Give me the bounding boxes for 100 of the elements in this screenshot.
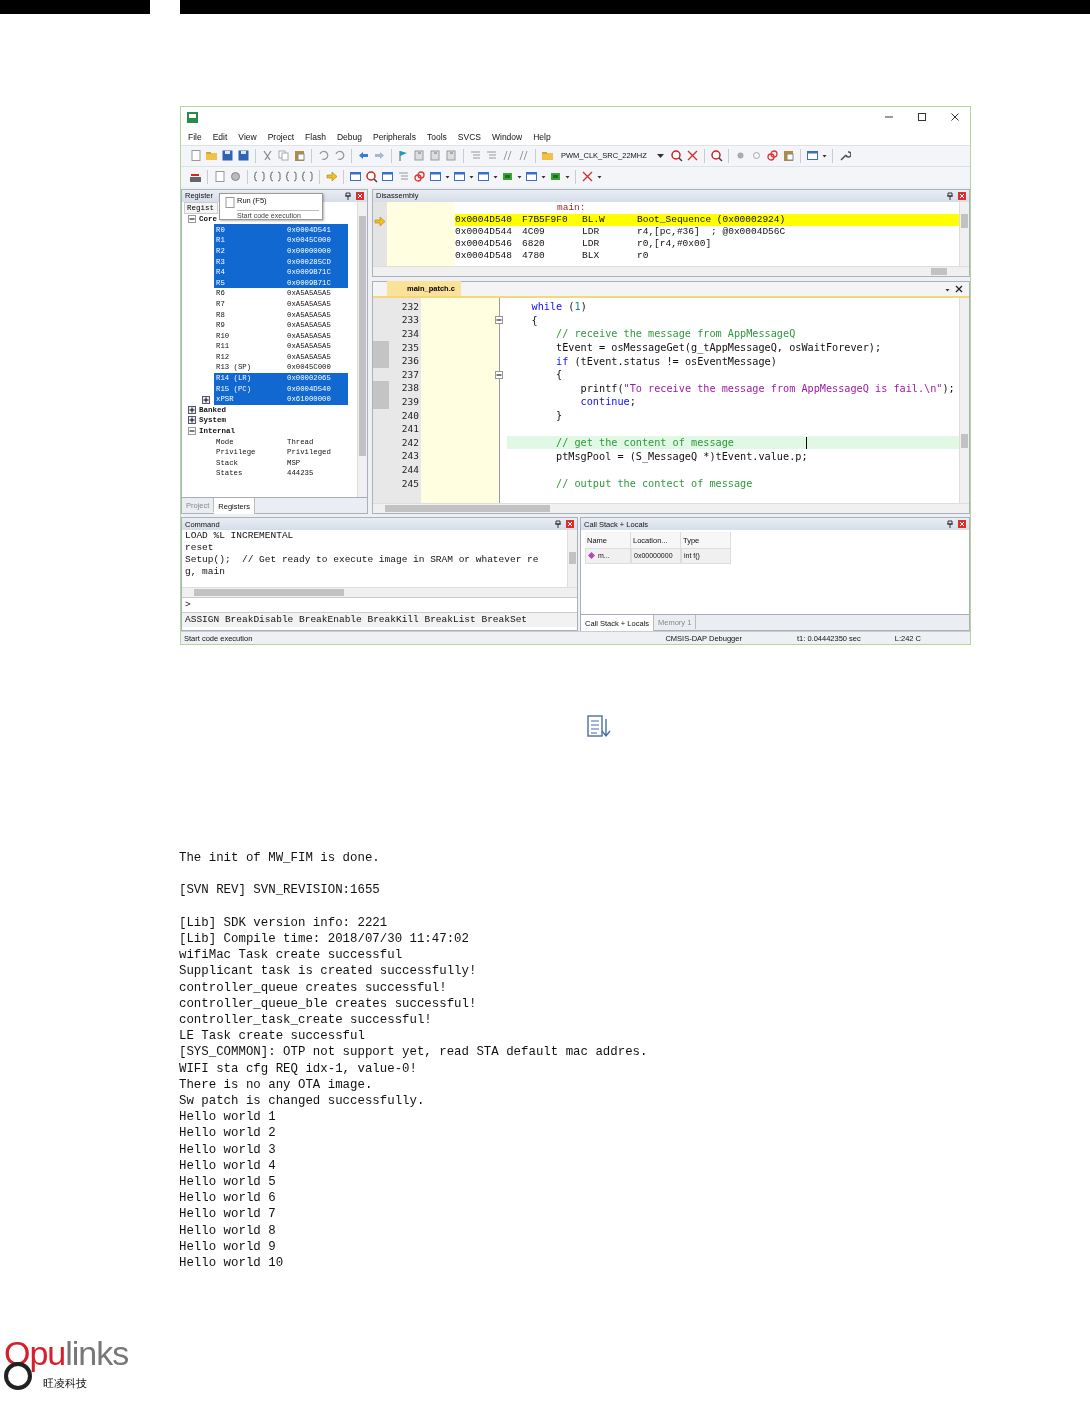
command-output: g, main bbox=[185, 566, 226, 579]
document-download-icon bbox=[586, 715, 612, 739]
menu-item[interactable]: Window bbox=[491, 131, 523, 142]
console-line: controller_queue creates successful! bbox=[179, 979, 448, 996]
console-line: Hello world 7 bbox=[179, 1206, 277, 1223]
code-line: } bbox=[555, 408, 564, 423]
collapse-icon[interactable] bbox=[495, 370, 503, 379]
menu-item[interactable]: View bbox=[238, 131, 257, 142]
save-icon[interactable] bbox=[221, 149, 234, 163]
pin-icon[interactable] bbox=[947, 520, 953, 529]
console-line: Hello world 5 bbox=[179, 1174, 277, 1191]
comment-icon[interactable] bbox=[501, 149, 514, 163]
menu-item[interactable]: Project bbox=[267, 131, 295, 142]
collapse-icon[interactable] bbox=[188, 215, 196, 224]
window-icon[interactable] bbox=[381, 170, 394, 184]
scrollbar[interactable] bbox=[373, 265, 969, 276]
text-cursor bbox=[806, 436, 807, 449]
window-icon[interactable] bbox=[805, 149, 819, 163]
window-icon[interactable] bbox=[525, 170, 538, 184]
console-line: Hello world 4 bbox=[179, 1157, 277, 1175]
line-number: 234 bbox=[400, 327, 420, 341]
redo-icon[interactable] bbox=[333, 149, 346, 163]
step-icon[interactable] bbox=[269, 170, 282, 184]
scrollbar[interactable] bbox=[959, 201, 969, 266]
line-number: 232 bbox=[400, 299, 420, 314]
window-icon[interactable] bbox=[349, 170, 362, 184]
console-line: Hello world 3 bbox=[179, 1141, 277, 1158]
console-line: Hello world 2 bbox=[179, 1125, 277, 1142]
command-output: LOAD %L INCREMENTAL bbox=[185, 530, 295, 543]
menu-item[interactable]: Peripherals bbox=[372, 131, 416, 142]
step-icon[interactable] bbox=[301, 170, 314, 184]
scrollbar[interactable] bbox=[182, 587, 577, 598]
console-line: WIFI sta cfg REQ idx-1, value-0! bbox=[179, 1060, 418, 1077]
menu-item[interactable]: Help bbox=[533, 131, 551, 142]
stop-icon[interactable] bbox=[229, 170, 242, 184]
mnemonic: LDR bbox=[582, 226, 601, 238]
expand-icon[interactable] bbox=[202, 395, 210, 404]
console-line: Hello world 10 bbox=[179, 1255, 285, 1272]
arrow-icon[interactable] bbox=[325, 170, 338, 184]
maximize-icon[interactable] bbox=[917, 112, 927, 122]
run-icon bbox=[223, 195, 236, 209]
code-line: tEvent = osMessageGet(g_tAppMessageQ, osWaitForever); bbox=[555, 340, 883, 355]
window-icon[interactable] bbox=[429, 170, 442, 184]
expand-icon[interactable] bbox=[188, 405, 196, 414]
close-icon[interactable] bbox=[950, 112, 960, 122]
save-all-icon[interactable] bbox=[237, 149, 250, 163]
breakpoint-icon[interactable] bbox=[781, 149, 795, 163]
code-line: { bbox=[530, 313, 539, 328]
step-icon[interactable] bbox=[285, 170, 298, 184]
debug-icon[interactable] bbox=[709, 149, 723, 163]
uncomment-icon[interactable] bbox=[517, 149, 530, 163]
command-output: reset bbox=[185, 542, 215, 555]
menu-item[interactable]: SVCS bbox=[457, 131, 481, 142]
new-file-icon[interactable] bbox=[189, 149, 202, 163]
logo-text: Opulinks bbox=[4, 1334, 129, 1372]
collapse-icon[interactable] bbox=[188, 427, 196, 436]
scrollbar[interactable] bbox=[373, 503, 969, 514]
opcode: 4780 bbox=[522, 250, 546, 262]
console-line: Hello world 1 bbox=[179, 1109, 277, 1126]
expand-icon[interactable] bbox=[188, 416, 196, 425]
run-icon[interactable] bbox=[213, 170, 226, 184]
pin-icon[interactable] bbox=[947, 191, 953, 200]
address: 0x0004D548 bbox=[455, 250, 513, 262]
line-number: 243 bbox=[400, 449, 420, 463]
console-line: [Lib] SDK version info: 2221 bbox=[179, 914, 389, 931]
breakpoint-margin bbox=[387, 201, 455, 266]
console-line: Supplicant task is created successfully! bbox=[179, 963, 478, 980]
menu-item[interactable]: Edit bbox=[212, 131, 228, 142]
console-line: Hello world 8 bbox=[179, 1222, 277, 1239]
paste-icon[interactable] bbox=[293, 149, 306, 163]
code-line: continue; bbox=[579, 395, 637, 409]
link-icon[interactable] bbox=[765, 149, 779, 163]
pin-icon[interactable] bbox=[345, 191, 351, 200]
close-icon[interactable] bbox=[955, 285, 963, 294]
menu-item[interactable]: Debug bbox=[336, 131, 362, 142]
link-icon[interactable] bbox=[413, 170, 426, 184]
address: 0x0004D540 bbox=[455, 214, 513, 226]
console-line: There is no any OTA image. bbox=[179, 1076, 374, 1093]
scrollbar[interactable] bbox=[567, 530, 577, 588]
menu-item[interactable]: Tools bbox=[426, 131, 447, 142]
menu-item[interactable]: Flash bbox=[305, 131, 326, 142]
menu-item[interactable]: File bbox=[188, 131, 202, 142]
magnifier-icon[interactable] bbox=[365, 170, 378, 184]
console-line: [SYS_COMMON]: OTP not support yet, read STA default mac addres. bbox=[179, 1044, 649, 1061]
window-icon[interactable] bbox=[477, 170, 490, 184]
console-line: wifiMac Task create successful bbox=[179, 947, 404, 964]
scrollbar[interactable] bbox=[357, 201, 367, 498]
undo-icon[interactable] bbox=[317, 149, 330, 163]
magnifier-icon[interactable] bbox=[669, 149, 683, 163]
line-number: 239 bbox=[400, 395, 420, 409]
pin-icon[interactable] bbox=[555, 520, 561, 529]
mnemonic: BL.W bbox=[582, 214, 606, 226]
line-number: 236 bbox=[400, 354, 420, 368]
cut-icon[interactable] bbox=[261, 149, 274, 163]
collapse-icon[interactable] bbox=[495, 316, 503, 325]
code-label: main: bbox=[556, 201, 587, 214]
scrollbar[interactable] bbox=[959, 297, 969, 504]
window-icon[interactable] bbox=[453, 170, 466, 184]
operand: r4,[pc,#36] ; @0x0004D56C bbox=[637, 226, 787, 238]
step-icon[interactable] bbox=[253, 170, 266, 184]
